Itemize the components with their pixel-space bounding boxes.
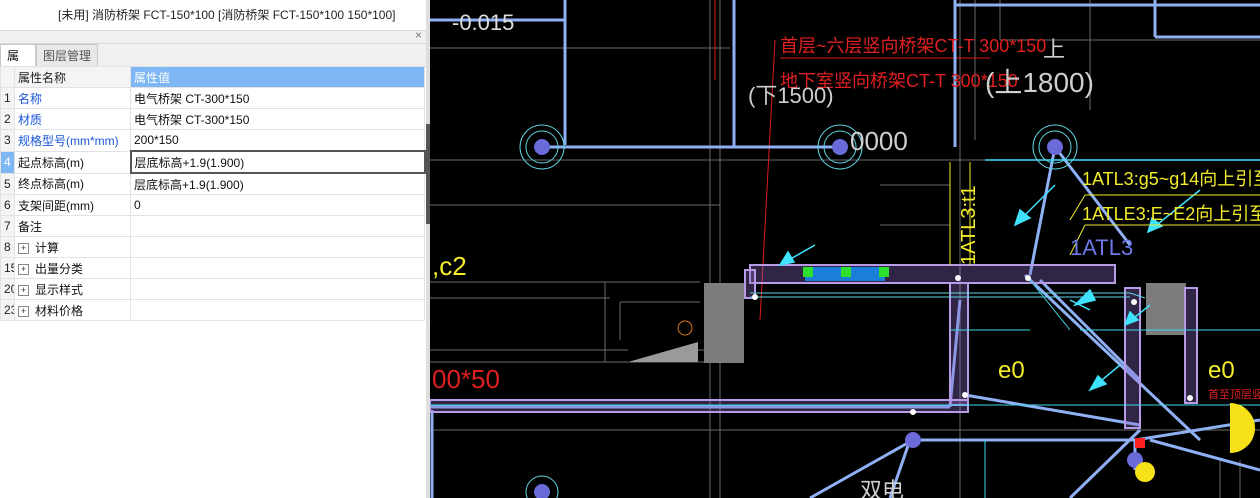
property-name: 名称: [14, 87, 131, 109]
row-index: 7: [0, 215, 15, 237]
group-label: 出量分类: [35, 261, 84, 276]
property-name: 备注: [14, 215, 131, 237]
table-corner: [0, 66, 15, 88]
property-value[interactable]: 200*150: [130, 129, 425, 152]
table-row-group[interactable]: 8 + 计算: [0, 236, 425, 258]
property-value: [130, 236, 425, 258]
table-row-selected[interactable]: 4 起点标高(m) 层底标高+1.9(1.900): [0, 150, 426, 174]
row-index: 8: [0, 236, 15, 258]
tab-layer-management[interactable]: 图层管理: [36, 44, 99, 67]
property-group-name[interactable]: + 显示样式: [14, 278, 131, 300]
row-index: 6: [0, 194, 15, 216]
property-value: [130, 299, 425, 321]
group-label: 计算: [35, 240, 60, 255]
c2-label: ,c2: [432, 251, 467, 281]
atl1-label: 1ATL3:g5~g14向上引至~: [1082, 169, 1260, 189]
row-index: 4: [0, 150, 15, 174]
cad-drawing-canvas[interactable]: -0.015 首层~六层竖向桥架CT-T 300*150 地下室竖向桥架CT-T…: [430, 0, 1260, 498]
num-label: 0000: [850, 126, 908, 156]
property-value[interactable]: 层底标高+1.9(1.900): [130, 172, 425, 195]
shang-label: 上: [1043, 37, 1065, 62]
property-value[interactable]: [130, 215, 425, 237]
property-name: 规格型号(mm*mm): [14, 129, 131, 152]
table-row-group[interactable]: 15 + 出量分类: [0, 257, 425, 279]
row-index: 1: [0, 87, 15, 109]
table-row[interactable]: 2 材质 电气桥架 CT-300*150: [0, 108, 425, 130]
column-header-name: 属性名称: [14, 66, 131, 88]
table-row[interactable]: 7 备注: [0, 215, 425, 237]
close-icon[interactable]: ×: [415, 28, 422, 42]
column-header-value: 属性值: [130, 66, 425, 88]
elev-label: -0.015: [452, 10, 514, 35]
table-row[interactable]: 6 支架间距(mm) 0: [0, 194, 425, 216]
property-value[interactable]: 电气桥架 CT-300*150: [130, 108, 425, 130]
atl3-label: 1ATL3: [1070, 235, 1133, 260]
component-selector[interactable]: [未用] 消防桥架 FCT-150*100 [消防桥架 FCT-150*100 …: [0, 0, 430, 31]
yellow-fixtures: [1135, 403, 1255, 482]
table-row[interactable]: 3 规格型号(mm*mm) 200*150: [0, 129, 425, 152]
size-label: 00*50: [432, 364, 500, 394]
group-label: 显示样式: [35, 282, 84, 297]
expand-icon[interactable]: +: [18, 284, 29, 296]
property-name: 支架间距(mm): [14, 194, 131, 216]
expand-icon[interactable]: +: [18, 305, 29, 317]
property-group-name[interactable]: + 计算: [14, 236, 131, 258]
row-index: 2: [0, 108, 15, 130]
table-row-group[interactable]: 20 + 显示样式: [0, 278, 425, 300]
row-index: 15: [0, 257, 15, 279]
property-value[interactable]: 0: [130, 194, 425, 216]
tray1-label: 首层~六层竖向桥架CT-T 300*150: [780, 36, 1046, 56]
row-index: 5: [0, 172, 15, 195]
column-block: [1146, 283, 1186, 335]
atl2-label: 1ATLE3:E~E2向上引至~: [1082, 204, 1260, 224]
table-row[interactable]: 5 终点标高(m) 层底标高+1.9(1.900): [0, 172, 425, 195]
property-name: 起点标高(m): [14, 150, 131, 174]
property-value-editor[interactable]: 层底标高+1.9(1.900): [129, 150, 426, 174]
group-label: 材料价格: [35, 303, 84, 318]
red-grip[interactable]: [1135, 438, 1145, 448]
component-selector-text: [未用] 消防桥架 FCT-150*100 [消防桥架 FCT-150*100 …: [58, 8, 396, 22]
property-value: [130, 257, 425, 279]
panel-header-strip: ×: [0, 28, 430, 44]
property-table: 属性名称 属性值 1 名称 电气桥架 CT-300*150 2 材质 电气桥架 …: [0, 66, 426, 321]
property-value[interactable]: 电气桥架 CT-300*150: [130, 87, 425, 109]
expand-icon[interactable]: +: [18, 263, 29, 275]
tab-properties[interactable]: 属性: [0, 44, 36, 85]
e0a-label: e0: [998, 357, 1025, 384]
table-row[interactable]: 1 名称 电气桥架 CT-300*150: [0, 87, 425, 109]
property-group-name[interactable]: + 出量分类: [14, 257, 131, 279]
orange-circle: [677, 320, 693, 336]
table-row-group[interactable]: 23 + 材料价格: [0, 299, 425, 321]
cad-drawing[interactable]: -0.015 首层~六层竖向桥架CT-T 300*150 地下室竖向桥架CT-T…: [430, 0, 1260, 498]
atlv-label: 1ATL3:t1: [958, 185, 980, 265]
column-block: [704, 283, 744, 363]
row-index: 3: [0, 129, 15, 152]
property-group-name[interactable]: + 材料价格: [14, 299, 131, 321]
table-header-row: 属性名称 属性值: [0, 66, 425, 88]
expand-icon[interactable]: +: [18, 242, 29, 254]
e0b-label: e0: [1208, 357, 1235, 384]
paren2-label: (上1800): [985, 67, 1094, 98]
cable-trays: [430, 264, 1198, 429]
paren1-label: (下1500): [748, 83, 834, 108]
property-name: 终点标高(m): [14, 172, 131, 195]
property-name: 材质: [14, 108, 131, 130]
property-value: [130, 278, 425, 300]
tab-bar: 属性 图层管理: [0, 44, 430, 85]
bottom-label: 双电: [860, 478, 904, 498]
row-index: 23: [0, 299, 15, 321]
row-index: 20: [0, 278, 15, 300]
vert-label: 首至顶层竖向桥: [1208, 387, 1260, 401]
property-panel: [未用] 消防桥架 FCT-150*100 [消防桥架 FCT-150*100 …: [0, 0, 430, 498]
